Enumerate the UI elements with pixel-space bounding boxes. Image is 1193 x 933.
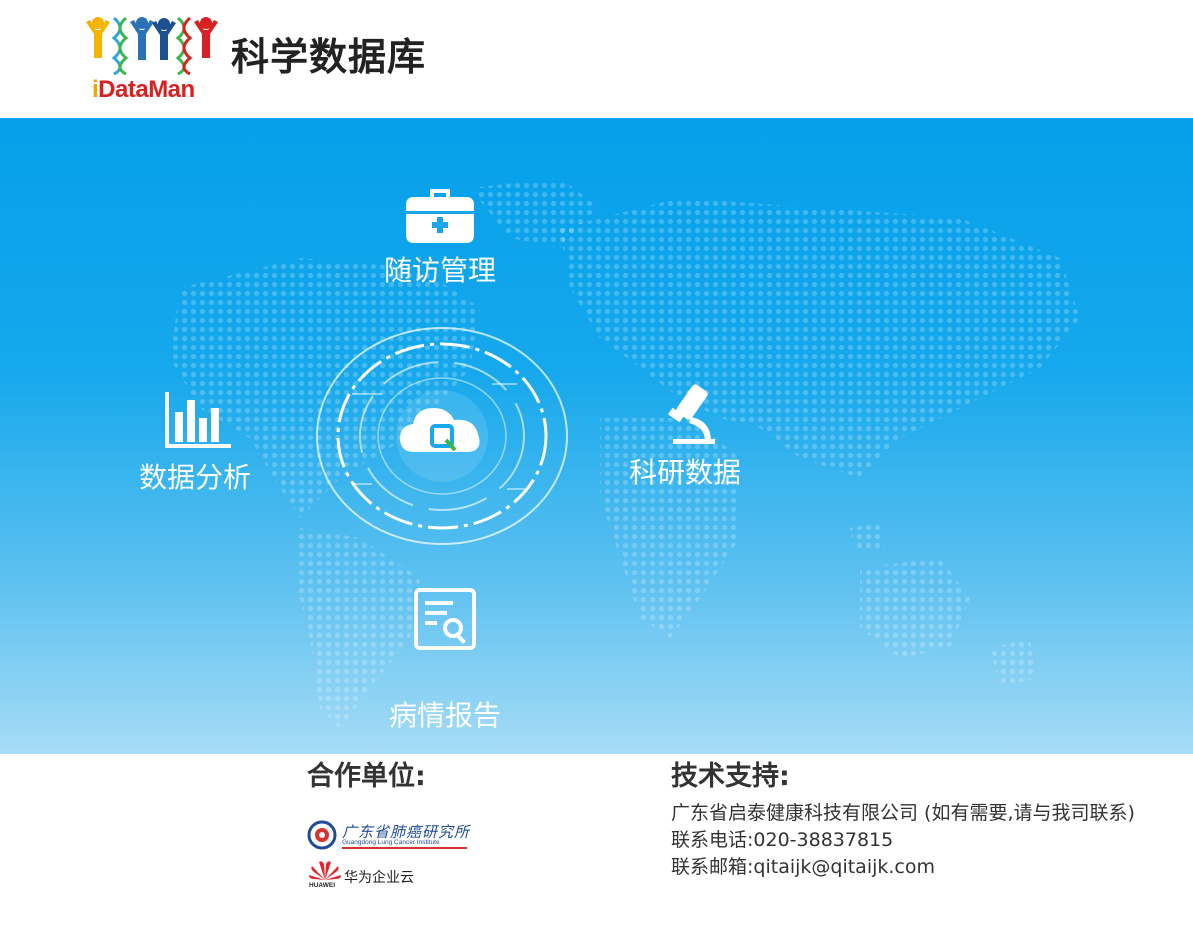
module-label: 随访管理 <box>383 254 496 287</box>
bar-chart-icon <box>165 392 231 448</box>
logo-figures-icon <box>86 16 218 76</box>
microscope-icon <box>667 384 715 444</box>
module-data-analysis[interactable]: 数据分析 <box>115 388 275 496</box>
partner-underline <box>342 847 467 849</box>
logo-wordmark: iDataMan <box>92 76 195 103</box>
hero-banner: 随访管理 数据分析 科研数据 病情报告 <box>0 118 1193 754</box>
footer: 合作单位: 广东省肺癌研究所 Guangdong Lung Cancer Ins… <box>0 754 1193 933</box>
module-research-data[interactable]: 科研数据 <box>605 383 765 491</box>
module-label: 病情报告 <box>388 699 501 732</box>
report-search-icon <box>414 588 476 650</box>
institute-seal-icon <box>307 820 337 850</box>
partner-name-en: HUAWEI <box>309 882 335 889</box>
partners-title: 合作单位: <box>307 761 426 792</box>
module-followup-management[interactable]: 随访管理 <box>360 183 520 289</box>
site-title: 科学数据库 <box>231 35 427 79</box>
module-label: 数据分析 <box>138 461 251 494</box>
partner-huawei-cloud[interactable]: HUAWEI 华为企业云 <box>307 860 427 890</box>
partner-name-cn: 华为企业云 <box>344 870 414 886</box>
partner-name-en: Guangdong Lung Cancer Institute <box>342 839 440 846</box>
module-label: 科研数据 <box>628 456 741 489</box>
medical-kit-icon <box>406 189 474 243</box>
contact-phone: 联系电话:020-38837815 <box>671 829 894 851</box>
cloud-q-icon <box>316 327 568 545</box>
company-name: 广东省启泰健康科技有限公司 (如有需要,请与我司联系) <box>671 802 1135 824</box>
center-cloud-hub[interactable] <box>312 324 572 548</box>
partner-guangdong-lung-cancer-institute[interactable]: 广东省肺癌研究所 Guangdong Lung Cancer Institute <box>307 820 469 850</box>
contact-email[interactable]: 联系邮箱:qitaijk@qitaijk.com <box>671 854 1135 881</box>
support-title: 技术支持: <box>671 761 790 792</box>
header: iDataMan 科学数据库 <box>0 0 1193 118</box>
idataman-logo[interactable]: iDataMan <box>84 14 220 104</box>
support-info: 广东省启泰健康科技有限公司 (如有需要,请与我司联系) 联系电话:020-388… <box>671 800 1135 881</box>
module-condition-report[interactable]: 病情报告 <box>365 586 525 734</box>
huawei-flower-icon <box>309 861 341 880</box>
